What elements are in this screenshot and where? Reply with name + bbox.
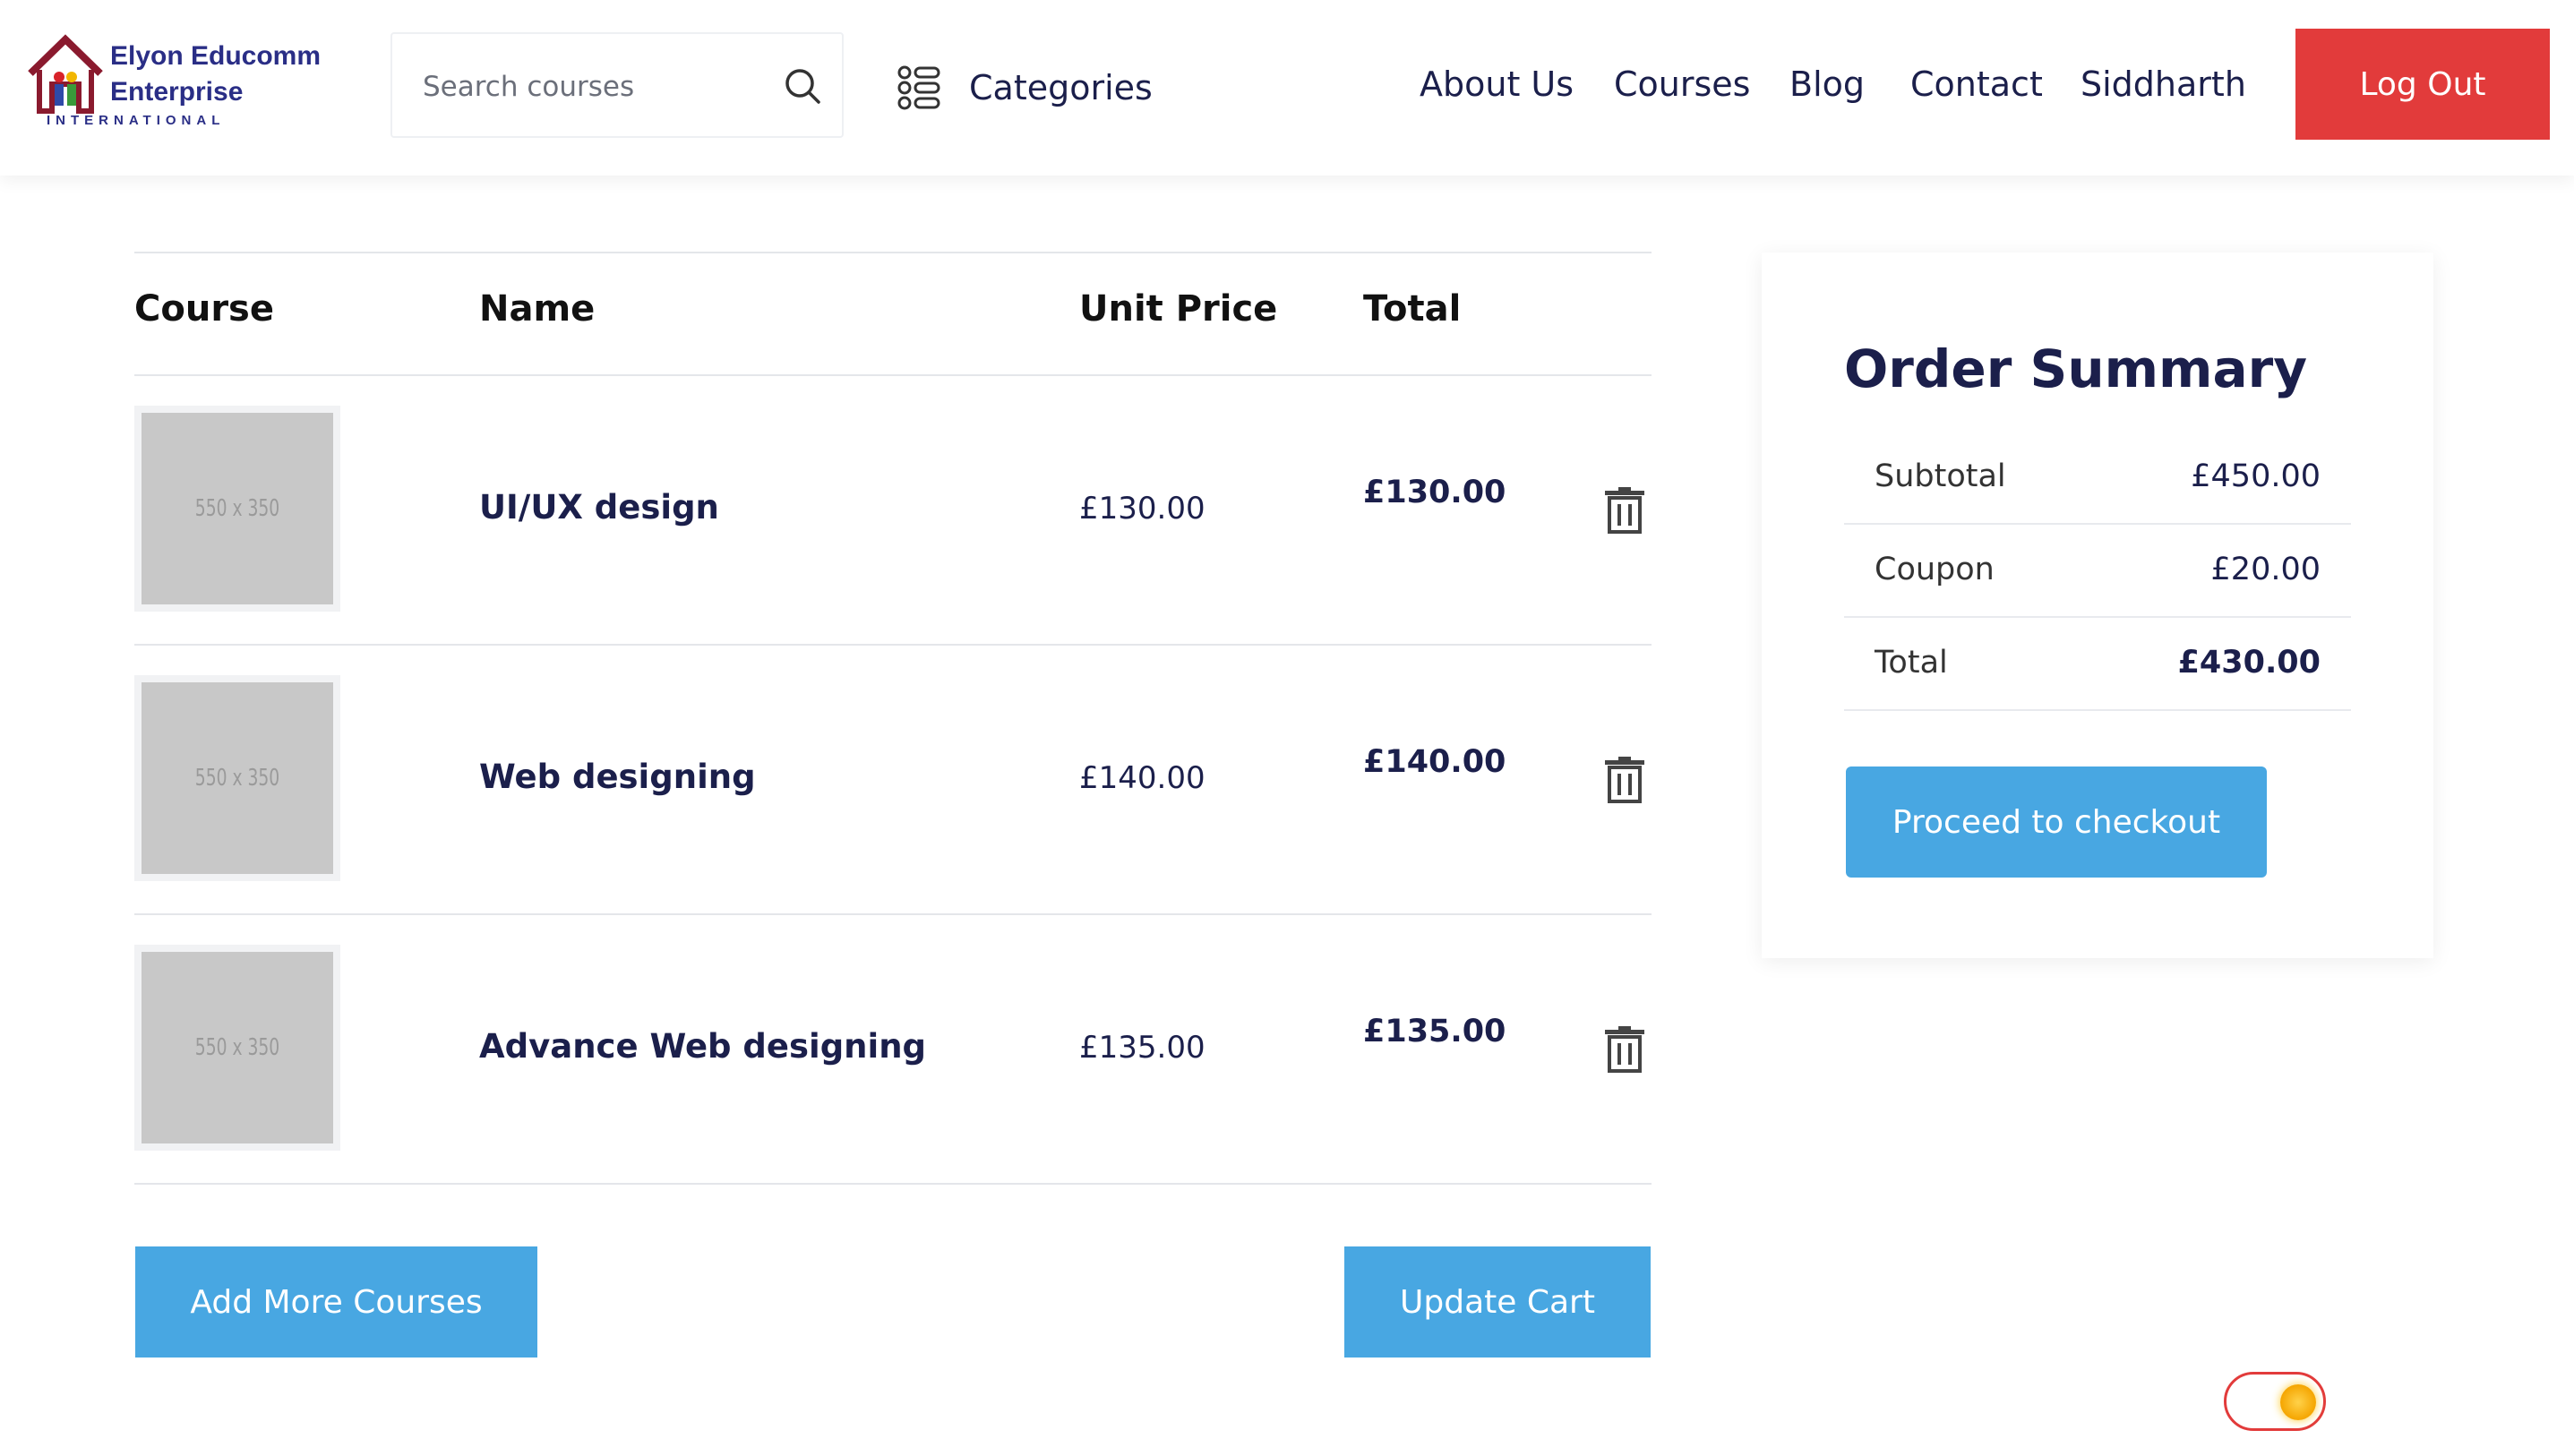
site-header: Elyon Educomm Enterprise INTERNATIONAL C… [0, 0, 2574, 176]
categories-menu[interactable]: Categories [897, 61, 1153, 115]
thumbnail-placeholder-text: 550 x 350 [194, 495, 280, 522]
brand-name-line1: Elyon Educomm [110, 41, 322, 71]
nav-about-us[interactable]: About Us [1420, 64, 1574, 104]
logout-button[interactable]: Log Out [2295, 29, 2550, 140]
table-top-rule [134, 252, 1652, 253]
summary-value: £430.00 [2177, 645, 2321, 681]
brand-name-line3: INTERNATIONAL [47, 113, 226, 128]
order-summary-card: Order Summary Subtotal £450.00 Coupon £2… [1762, 253, 2433, 958]
summary-label: Subtotal [1875, 458, 2006, 494]
categories-label: Categories [969, 68, 1153, 107]
thumbnail-placeholder-text: 550 x 350 [194, 1034, 280, 1061]
cart-item-unit-price: £140.00 [1079, 760, 1205, 796]
summary-label: Coupon [1875, 552, 1995, 587]
cart-item-total: £130.00 [1363, 475, 1506, 510]
course-thumbnail[interactable]: 550 x 350 [134, 406, 340, 612]
sun-icon [2280, 1384, 2316, 1420]
brand-logo[interactable]: Elyon Educomm Enterprise INTERNATIONAL [25, 34, 347, 134]
summary-label: Total [1875, 645, 1948, 681]
theme-toggle[interactable] [2224, 1372, 2326, 1431]
delete-trash-icon[interactable] [1603, 757, 1646, 803]
cart-item-unit-price: £135.00 [1079, 1030, 1205, 1066]
cart-item-name[interactable]: Advance Web designing [479, 1027, 926, 1066]
search-box [390, 32, 844, 138]
cart-item-name[interactable]: Web designing [479, 758, 756, 796]
order-summary-title: Order Summary [1844, 338, 2308, 399]
course-thumbnail[interactable]: 550 x 350 [134, 945, 340, 1151]
nav-contact[interactable]: Contact [1910, 64, 2043, 104]
summary-row-subtotal: Subtotal £450.00 [1844, 432, 2351, 525]
col-header-unit-price: Unit Price [1079, 288, 1278, 330]
proceed-to-checkout-button[interactable]: Proceed to checkout [1846, 767, 2267, 878]
table-bottom-rule [134, 1183, 1652, 1185]
brand-name-line2: Enterprise [110, 77, 244, 107]
table-header-rule [134, 374, 1652, 376]
update-cart-button[interactable]: Update Cart [1344, 1246, 1651, 1358]
summary-value: £450.00 [2191, 458, 2321, 494]
nav-user-siddharth[interactable]: Siddharth [2081, 64, 2246, 104]
summary-row-total: Total £430.00 [1844, 618, 2351, 711]
nav-blog[interactable]: Blog [1789, 64, 1865, 104]
cart-item-total: £135.00 [1363, 1014, 1506, 1049]
col-header-total: Total [1363, 288, 1462, 330]
add-more-courses-button[interactable]: Add More Courses [135, 1246, 537, 1358]
table-row-rule [134, 644, 1652, 646]
delete-trash-icon[interactable] [1603, 487, 1646, 534]
search-input[interactable] [423, 66, 763, 107]
summary-row-coupon: Coupon £20.00 [1844, 525, 2351, 618]
cart-item-total: £140.00 [1363, 744, 1506, 780]
logo-house-icon [28, 34, 103, 114]
delete-trash-icon[interactable] [1603, 1026, 1646, 1073]
cart-item-unit-price: £130.00 [1079, 491, 1205, 527]
categories-list-icon [897, 65, 940, 110]
summary-value: £20.00 [2210, 552, 2321, 587]
thumbnail-placeholder-text: 550 x 350 [194, 765, 280, 792]
col-header-course: Course [134, 288, 274, 330]
nav-courses[interactable]: Courses [1614, 64, 1750, 104]
search-icon[interactable] [783, 66, 822, 106]
course-thumbnail[interactable]: 550 x 350 [134, 675, 340, 881]
col-header-name: Name [479, 288, 596, 330]
table-row-rule [134, 913, 1652, 915]
cart-item-name[interactable]: UI/UX design [479, 488, 719, 527]
